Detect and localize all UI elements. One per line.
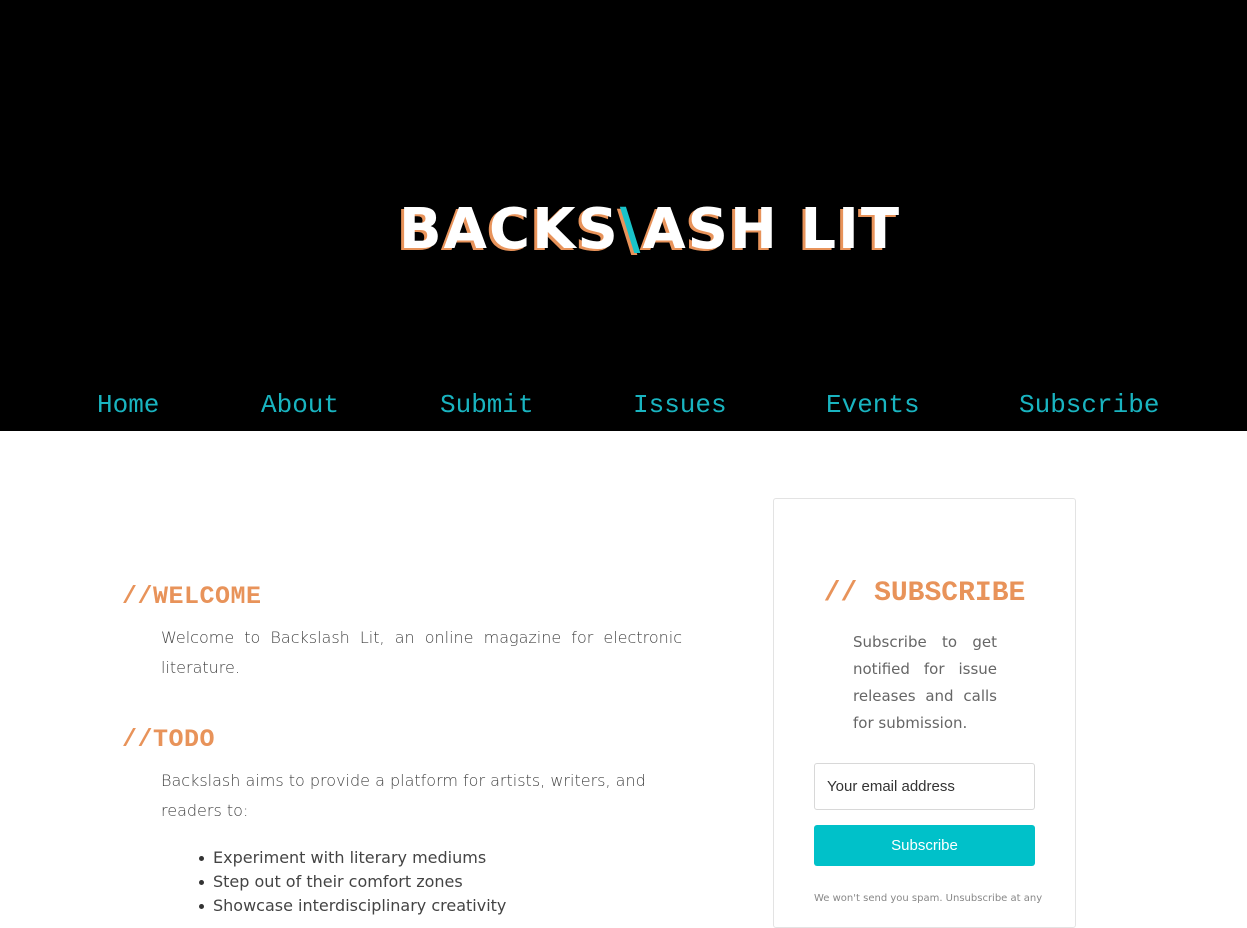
todo-list: Experiment with literary mediums Step ou… — [198, 846, 506, 918]
nav-about[interactable]: About — [261, 385, 339, 425]
site-logo[interactable]: BACKS\ASH LIT — [399, 197, 899, 262]
nav-events[interactable]: Events — [826, 385, 920, 425]
welcome-text: Welcome to Backslash Lit, an online maga… — [161, 628, 682, 677]
subscribe-card: // SUBSCRIBE Subscribe to get notified f… — [773, 498, 1076, 928]
email-input[interactable] — [814, 763, 1035, 810]
subscribe-title: // SUBSCRIBE — [823, 578, 1026, 609]
main-nav: Home About Submit Issues Events Subscrib… — [0, 385, 1247, 425]
nav-home[interactable]: Home — [97, 385, 159, 425]
welcome-heading: //WELCOME — [122, 582, 262, 611]
logo-backslash: \ — [619, 197, 643, 262]
logo-text-start: BACKS — [399, 197, 620, 262]
todo-heading: //TODO — [122, 725, 216, 754]
nav-subscribe[interactable]: Subscribe — [1019, 385, 1159, 425]
site-header: BACKS\ASH LIT Home About Submit Issues E… — [0, 0, 1247, 431]
todo-text: Backslash aims to provide a platform for… — [161, 771, 646, 820]
logo-text-end: ASH LIT — [642, 197, 902, 262]
list-item: Step out of their comfort zones — [198, 870, 506, 894]
list-item: Experiment with literary mediums — [198, 846, 506, 870]
nav-submit[interactable]: Submit — [440, 385, 534, 425]
subscribe-description: Subscribe to get notified for issue rele… — [853, 633, 997, 732]
nav-issues[interactable]: Issues — [633, 385, 727, 425]
list-item: Showcase interdisciplinary creativity — [198, 894, 506, 918]
spam-note: We won't send you spam. Unsubscribe at a… — [814, 893, 1043, 904]
subscribe-button[interactable]: Subscribe — [814, 825, 1035, 866]
